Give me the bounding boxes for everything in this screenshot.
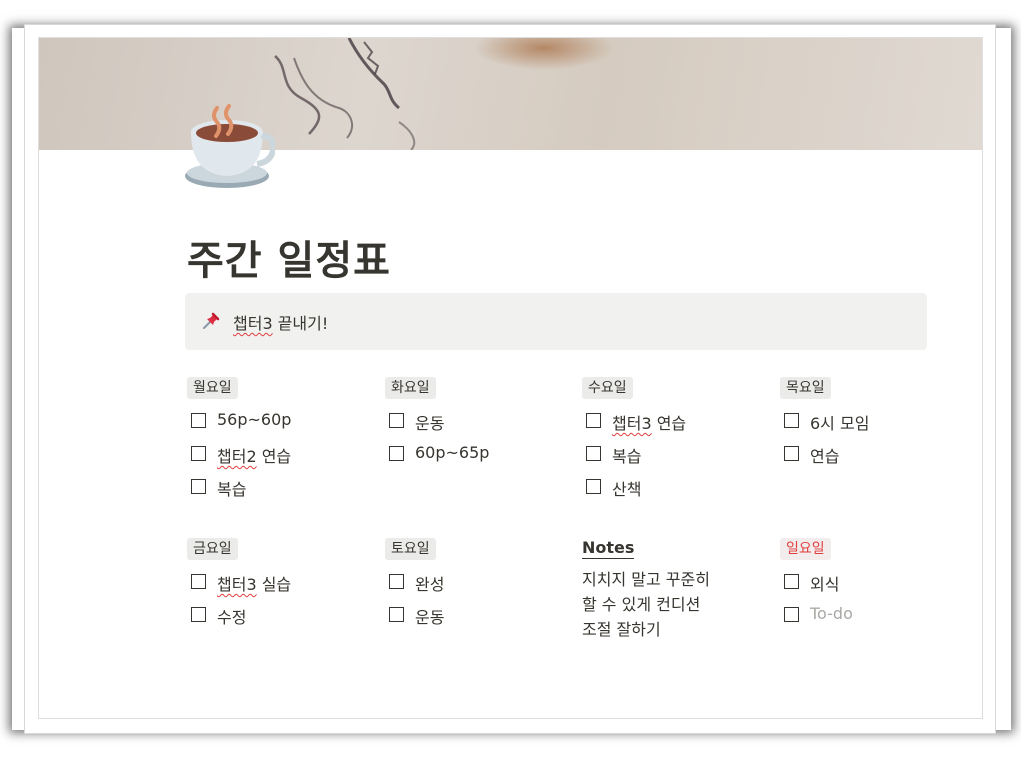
todo-text[interactable]: 운동 <box>415 604 444 628</box>
column-thursday: 목요일 6시 모임 연습 <box>780 377 960 471</box>
callout-text-spellchecked: 챕터3 <box>233 314 273 333</box>
notes-line: 할 수 있게 컨디션 <box>582 595 701 614</box>
todo-checkbox[interactable] <box>784 607 799 622</box>
todo-checkbox[interactable] <box>784 413 799 428</box>
todo-checkbox[interactable] <box>586 479 601 494</box>
todo-item: 60p~65p <box>385 438 565 471</box>
todo-text-rest: 실습 <box>256 575 292 594</box>
todo-checkbox[interactable] <box>389 413 404 428</box>
day-tag-saturday[interactable]: 토요일 <box>385 538 436 560</box>
page-title[interactable]: 주간 일정표 <box>187 228 391 286</box>
todo-text[interactable]: 운동 <box>415 410 444 434</box>
day-tag-thursday[interactable]: 목요일 <box>780 377 831 399</box>
todo-text-rest: 연습 <box>651 414 687 433</box>
column-tuesday: 화요일 운동 60p~65p <box>385 377 565 471</box>
callout-text[interactable]: 챕터3 끝내기! <box>233 310 328 334</box>
notes-text[interactable]: 지치지 말고 꾸준히 할 수 있게 컨디션 조절 잘하기 <box>582 567 742 642</box>
todo-checkbox[interactable] <box>389 446 404 461</box>
todo-item: 56p~60p <box>187 405 367 438</box>
todo-item: 외식 <box>780 566 960 599</box>
todo-item: 운동 <box>385 405 565 438</box>
notion-page: 주간 일정표 챕터3 끝내기! 월요일 56p~60p 챕터2 연습 복습 화요… <box>38 37 983 719</box>
todo-checkbox[interactable] <box>191 413 206 428</box>
todo-text[interactable]: 56p~60p <box>217 410 291 429</box>
todo-item: 챕터3 실습 <box>187 566 367 599</box>
todo-item: 완성 <box>385 566 565 599</box>
todo-text[interactable]: 챕터3 연습 <box>612 410 686 434</box>
todo-checkbox[interactable] <box>389 607 404 622</box>
todo-item: 6시 모임 <box>780 405 960 438</box>
todo-item: 복습 <box>187 471 367 504</box>
notes-line: 조절 잘하기 <box>582 620 661 639</box>
todo-checkbox[interactable] <box>784 446 799 461</box>
todo-item: 챕터3 연습 <box>582 405 762 438</box>
day-tag-sunday[interactable]: 일요일 <box>780 538 831 560</box>
todo-checkbox[interactable] <box>586 413 601 428</box>
todo-checkbox[interactable] <box>389 574 404 589</box>
todo-text-spellchecked: 챕터2 <box>217 447 257 466</box>
todo-text-spellchecked: 챕터3 <box>217 575 257 594</box>
todo-text[interactable]: 60p~65p <box>415 443 489 462</box>
todo-placeholder[interactable]: To-do <box>810 604 853 623</box>
callout-text-rest: 끝내기! <box>272 314 329 333</box>
column-sunday: 일요일 외식 To-do <box>780 538 960 632</box>
todo-text[interactable]: 연습 <box>810 443 839 467</box>
todo-text[interactable]: 완성 <box>415 571 444 595</box>
day-tag-friday[interactable]: 금요일 <box>187 538 238 560</box>
column-wednesday: 수요일 챕터3 연습 복습 산책 <box>582 377 762 504</box>
todo-text[interactable]: 챕터3 실습 <box>217 571 291 595</box>
column-friday: 금요일 챕터3 실습 수정 <box>187 538 367 632</box>
hot-beverage-icon[interactable] <box>183 104 275 194</box>
day-tag-tuesday[interactable]: 화요일 <box>385 377 436 399</box>
notes-line: 지치지 말고 꾸준히 <box>582 570 710 589</box>
todo-item: 수정 <box>187 599 367 632</box>
pushpin-icon <box>203 312 220 329</box>
column-monday: 월요일 56p~60p 챕터2 연습 복습 <box>187 377 367 504</box>
day-tag-monday[interactable]: 월요일 <box>187 377 238 399</box>
day-tag-wednesday[interactable]: 수요일 <box>582 377 633 399</box>
todo-checkbox[interactable] <box>191 479 206 494</box>
todo-item: 운동 <box>385 599 565 632</box>
todo-text[interactable]: 챕터2 연습 <box>217 443 291 467</box>
todo-text[interactable]: 수정 <box>217 604 246 628</box>
todo-text-rest: 연습 <box>256 447 292 466</box>
todo-checkbox[interactable] <box>586 446 601 461</box>
todo-checkbox[interactable] <box>191 607 206 622</box>
todo-item: 산책 <box>582 471 762 504</box>
todo-item: 챕터2 연습 <box>187 438 367 471</box>
todo-item: To-do <box>780 599 960 632</box>
callout-block[interactable]: 챕터3 끝내기! <box>185 293 927 350</box>
column-notes: Notes 지치지 말고 꾸준히 할 수 있게 컨디션 조절 잘하기 <box>582 538 762 642</box>
todo-text[interactable]: 복습 <box>217 476 246 500</box>
todo-item: 복습 <box>582 438 762 471</box>
column-saturday: 토요일 완성 운동 <box>385 538 565 632</box>
todo-text[interactable]: 복습 <box>612 443 641 467</box>
todo-checkbox[interactable] <box>191 446 206 461</box>
notes-heading[interactable]: Notes <box>582 538 635 559</box>
todo-text[interactable]: 외식 <box>810 571 839 595</box>
todo-checkbox[interactable] <box>191 574 206 589</box>
cover-image[interactable] <box>39 38 982 150</box>
todo-text[interactable]: 6시 모임 <box>810 410 869 434</box>
todo-text-spellchecked: 챕터3 <box>612 414 652 433</box>
todo-text[interactable]: 산책 <box>612 476 641 500</box>
todo-item: 연습 <box>780 438 960 471</box>
todo-checkbox[interactable] <box>784 574 799 589</box>
cover-handwriting-art <box>274 38 614 150</box>
